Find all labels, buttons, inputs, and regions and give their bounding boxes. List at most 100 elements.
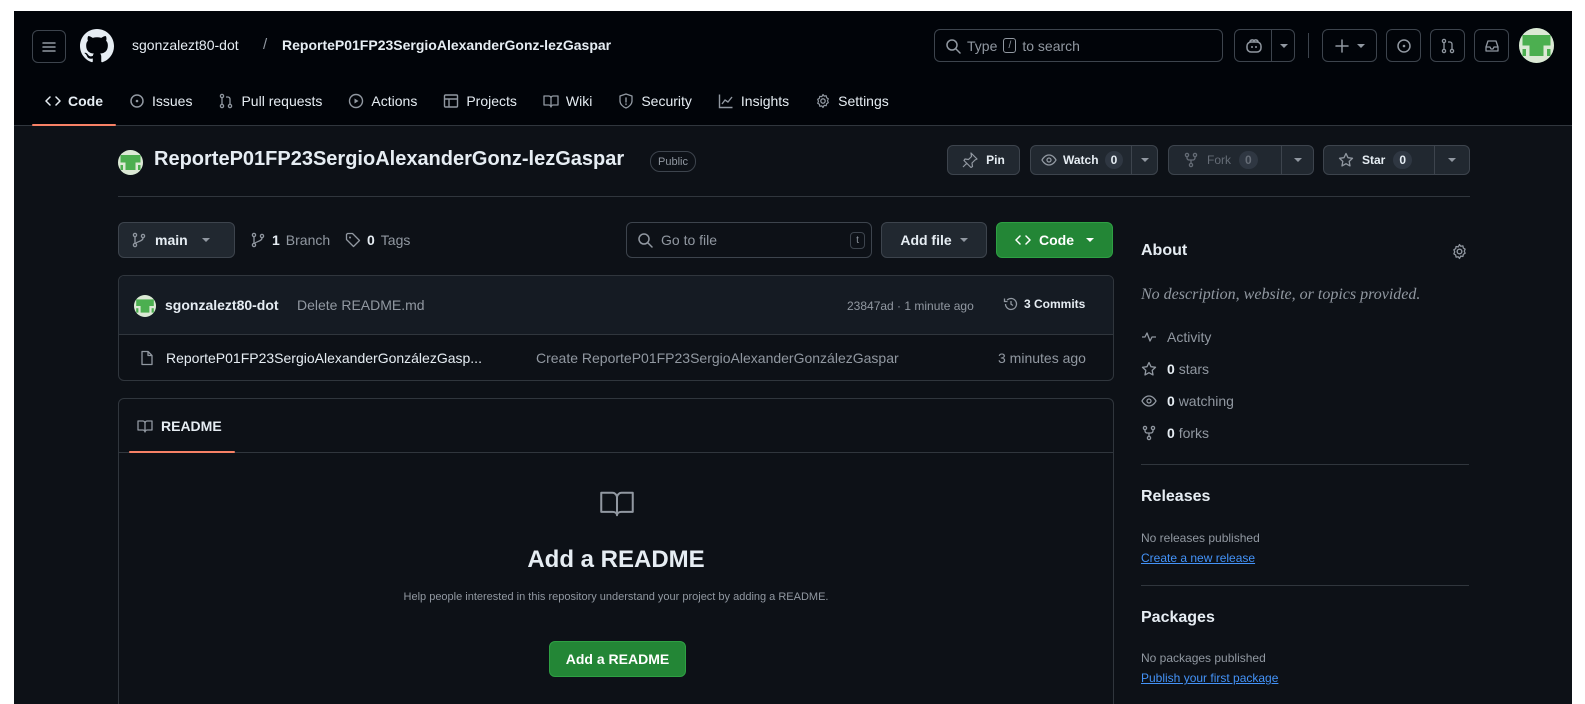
readme-empty-description: Help people interested in this repositor… [403,591,829,603]
commit-hash-time[interactable]: 23847ad · 1 minute ago [847,299,974,313]
add-readme-button[interactable]: Add a README [549,641,686,677]
stars-link[interactable]: 0 stars [1141,361,1209,377]
menu-button[interactable] [32,30,66,63]
gear-icon[interactable] [1451,243,1468,260]
search-prefix: Type [967,37,998,54]
tab-label: Code [68,93,103,109]
tab-label: Actions [371,93,418,109]
publish-package-link[interactable]: Publish your first package [1141,671,1278,685]
pulse-icon [1142,332,1156,342]
branch-count-label: Branch [285,232,331,248]
add-file-label: Add file [900,232,952,248]
pin-label: Pin [986,153,1005,167]
forks-link[interactable]: 0 forks [1141,425,1209,441]
file-row[interactable]: ReporteP01FP23SergioAlexanderGonzálezGas… [119,335,1113,380]
packages-title[interactable]: Packages [1141,609,1215,627]
fork-button[interactable]: Fork 0 [1168,145,1314,175]
github-logo-icon[interactable] [80,29,114,63]
tab-pull-requests[interactable]: Pull requests [205,83,335,119]
add-file-button[interactable]: Add file [881,222,987,258]
go-to-file-placeholder: Go to file [661,232,718,248]
code-button[interactable]: Code [996,222,1113,258]
go-to-file-input[interactable]: Go to file t [626,222,872,258]
global-search[interactable]: Type / to search [934,29,1223,62]
search-suffix: to search [1022,37,1080,54]
watch-label: Watch [1063,153,1099,167]
issue-icon [130,94,144,108]
readme-tab-label: README [161,418,222,434]
watch-button[interactable]: Watch 0 [1030,145,1158,175]
pull-requests-button[interactable] [1430,29,1465,62]
issues-button[interactable] [1386,29,1421,62]
commits-link[interactable]: 3 Commits [1003,296,1085,312]
create-new-button[interactable] [1322,29,1377,62]
repo-nav: Code Issues Pull requests Actions Projec… [32,83,902,126]
code-icon [45,96,61,106]
activity-link[interactable]: Activity [1141,329,1211,345]
pin-button[interactable]: Pin [947,145,1020,175]
forks-count: 0 [1167,425,1175,441]
sidebar-divider [1141,464,1469,465]
watch-count: 0 [1104,151,1124,169]
repo-title[interactable]: ReporteP01FP23SergioAlexanderGonz-lezGas… [154,148,624,171]
commit-author-avatar[interactable] [134,295,156,317]
tag-icon [345,232,361,248]
copilot-button[interactable] [1234,29,1295,62]
tab-code[interactable]: Code [32,83,116,126]
tab-wiki[interactable]: Wiki [530,83,605,119]
sidebar-divider [1141,585,1469,586]
header-divider [118,196,1470,197]
chevron-down-icon[interactable] [1140,158,1149,162]
hamburger-icon [42,41,56,52]
releases-text: No releases published [1141,531,1260,545]
latest-commit-bar: sgonzalezt80-dot Delete README.md 23847a… [119,276,1113,335]
tab-settings[interactable]: Settings [802,83,902,119]
inbox-button[interactable] [1474,29,1509,62]
visibility-badge: Public [650,151,696,172]
graph-icon [718,94,733,109]
releases-title[interactable]: Releases [1141,488,1210,506]
tab-projects[interactable]: Projects [430,83,530,119]
tab-issues[interactable]: Issues [116,83,205,119]
star-button[interactable]: Star 0 [1323,145,1470,175]
tags-link[interactable]: 0 Tags [345,232,410,248]
file-icon [141,350,153,366]
tag-count: 0 [367,232,375,248]
create-release-link[interactable]: Create a new release [1141,551,1255,565]
chevron-down-icon[interactable] [1293,158,1302,162]
readme-panel: README Add a README Help people interest… [118,398,1114,704]
chevron-down-icon [201,238,210,242]
file-time: 3 minutes ago [998,350,1086,366]
star-count: 0 [1393,151,1413,169]
activity-label: Activity [1167,329,1212,345]
readme-tab-underline [129,451,235,453]
pull-request-icon [1441,38,1454,53]
commit-message[interactable]: Delete README.md [297,297,425,313]
pin-icon [962,152,978,168]
shield-icon [619,93,633,109]
file-commit-message[interactable]: Create ReporteP01FP23SergioAlexanderGonz… [536,350,899,366]
tab-insights[interactable]: Insights [705,83,802,119]
branch-name: main [155,232,188,248]
user-avatar[interactable] [1519,28,1554,63]
tab-label: Settings [838,93,889,109]
header-divider [1308,33,1309,58]
file-name[interactable]: ReporteP01FP23SergioAlexanderGonzálezGas… [166,350,482,366]
chevron-down-icon[interactable] [1448,158,1456,162]
breadcrumb-repo[interactable]: ReporteP01FP23SergioAlexanderGonz-lezGas… [282,37,611,53]
about-description: No description, website, or topics provi… [1141,286,1421,303]
readme-tab[interactable]: README [137,418,222,434]
tab-actions[interactable]: Actions [335,83,430,119]
about-title: About [1141,242,1188,259]
branch-selector[interactable]: main [118,222,235,258]
tab-security[interactable]: Security [605,83,705,119]
branches-link[interactable]: 1 Branch [250,232,330,248]
pull-request-icon [220,93,233,109]
watching-link[interactable]: 0 watching [1141,393,1234,409]
branch-icon [132,232,146,248]
inbox-icon [1484,39,1499,52]
breadcrumb-owner[interactable]: sgonzalezt80-dot [132,37,239,53]
commit-author[interactable]: sgonzalezt80-dot [165,297,279,313]
table-icon [444,94,459,108]
branch-count: 1 [272,232,280,248]
